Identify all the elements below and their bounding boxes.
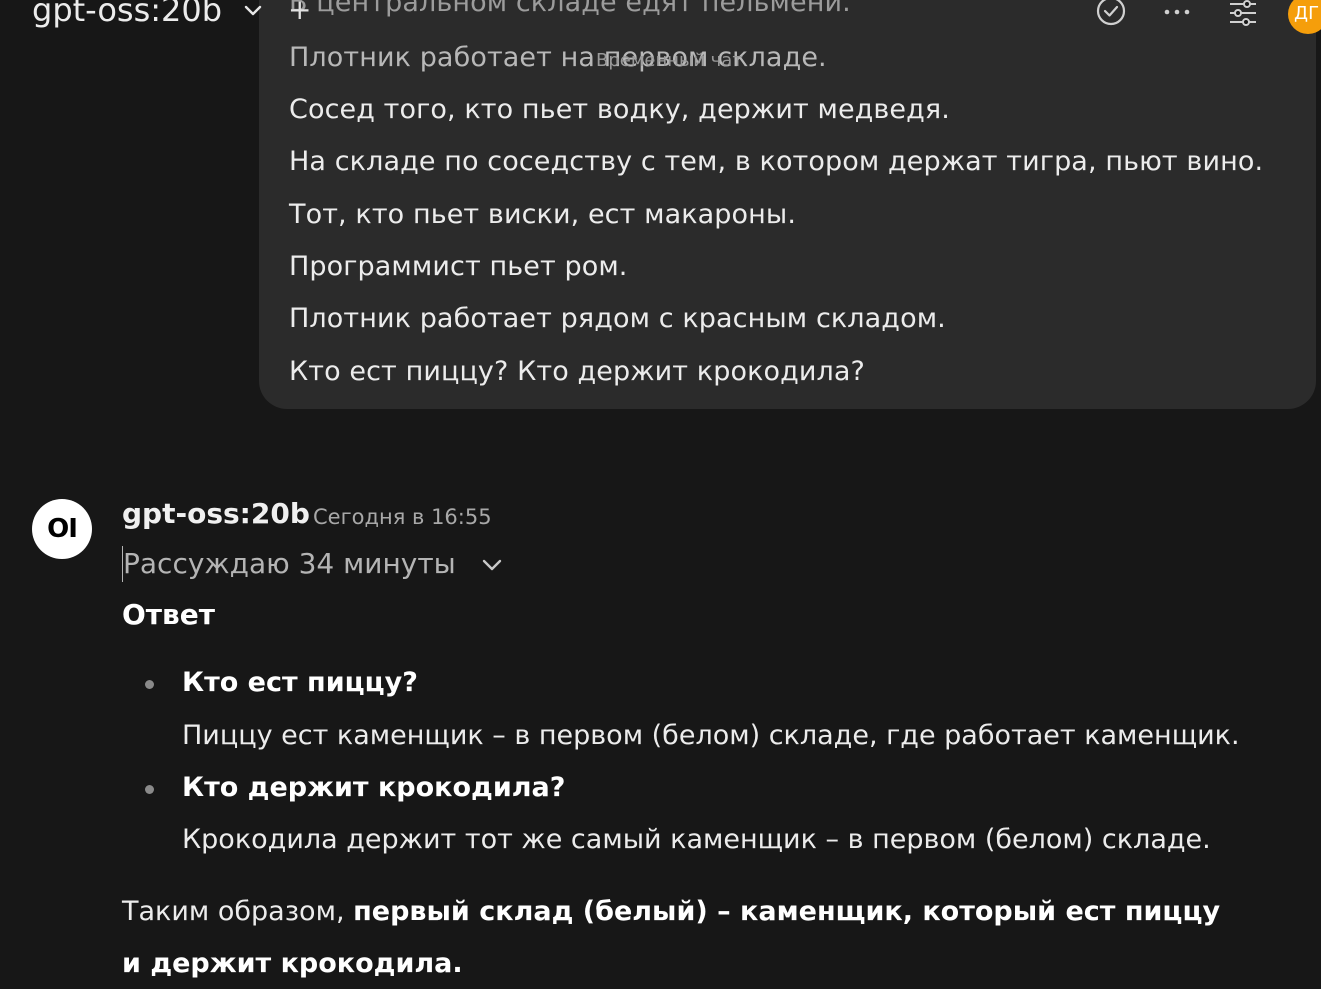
chevron-down-icon[interactable]	[243, 4, 263, 18]
chat-page: В центральном складе едят пельмени. Плот…	[0, 0, 1321, 989]
chat-check-icon[interactable]	[1094, 0, 1128, 28]
reasoning-toggle[interactable]: Рассуждаю 34 минуты	[122, 546, 456, 582]
chevron-down-icon[interactable]	[481, 557, 503, 573]
add-model-button[interactable]: +	[288, 0, 311, 26]
user-message-line: На складе по соседству с тем, в котором …	[289, 146, 1264, 177]
answer-text: Крокодила держит тот же самый каменщик –…	[182, 824, 1211, 855]
user-message-line: Кто ест пиццу? Кто держит крокодила?	[289, 356, 865, 387]
more-options-icon[interactable]	[1160, 0, 1194, 28]
user-message-line: В центральном складе едят пельмени.	[289, 0, 851, 18]
settings-sliders-icon[interactable]	[1226, 0, 1260, 28]
user-message-line: Сосед того, кто пьет водку, держит медве…	[289, 94, 950, 125]
list-bullet	[145, 785, 154, 794]
user-message-line: Тот, кто пьет виски, ест макароны.	[289, 199, 796, 230]
conclusion-prefix: Таким образом,	[122, 896, 345, 927]
answer-question: Кто держит крокодила?	[182, 772, 566, 803]
user-message-line: Плотник работает на первом складе.	[289, 42, 827, 73]
model-selector[interactable]: gpt-oss:20b	[32, 0, 222, 30]
answer-conclusion: Таким образом, первый склад (белый) – ка…	[122, 886, 1242, 989]
answer-text: Пиццу ест каменщик – в первом (белом) ск…	[182, 720, 1240, 751]
list-bullet	[145, 680, 154, 689]
user-message-line: Плотник работает рядом с красным складом…	[289, 303, 946, 334]
answer-question: Кто ест пиццу?	[182, 667, 418, 698]
message-timestamp: Сегодня в 16:55	[313, 505, 492, 529]
user-message-line: Программист пьет ром.	[289, 251, 628, 282]
answer-heading: Ответ	[122, 598, 215, 631]
assistant-model-name: gpt-oss:20b	[122, 497, 310, 530]
assistant-logo: OI	[32, 499, 92, 559]
temporary-chat-label: Временный чат	[596, 50, 743, 71]
